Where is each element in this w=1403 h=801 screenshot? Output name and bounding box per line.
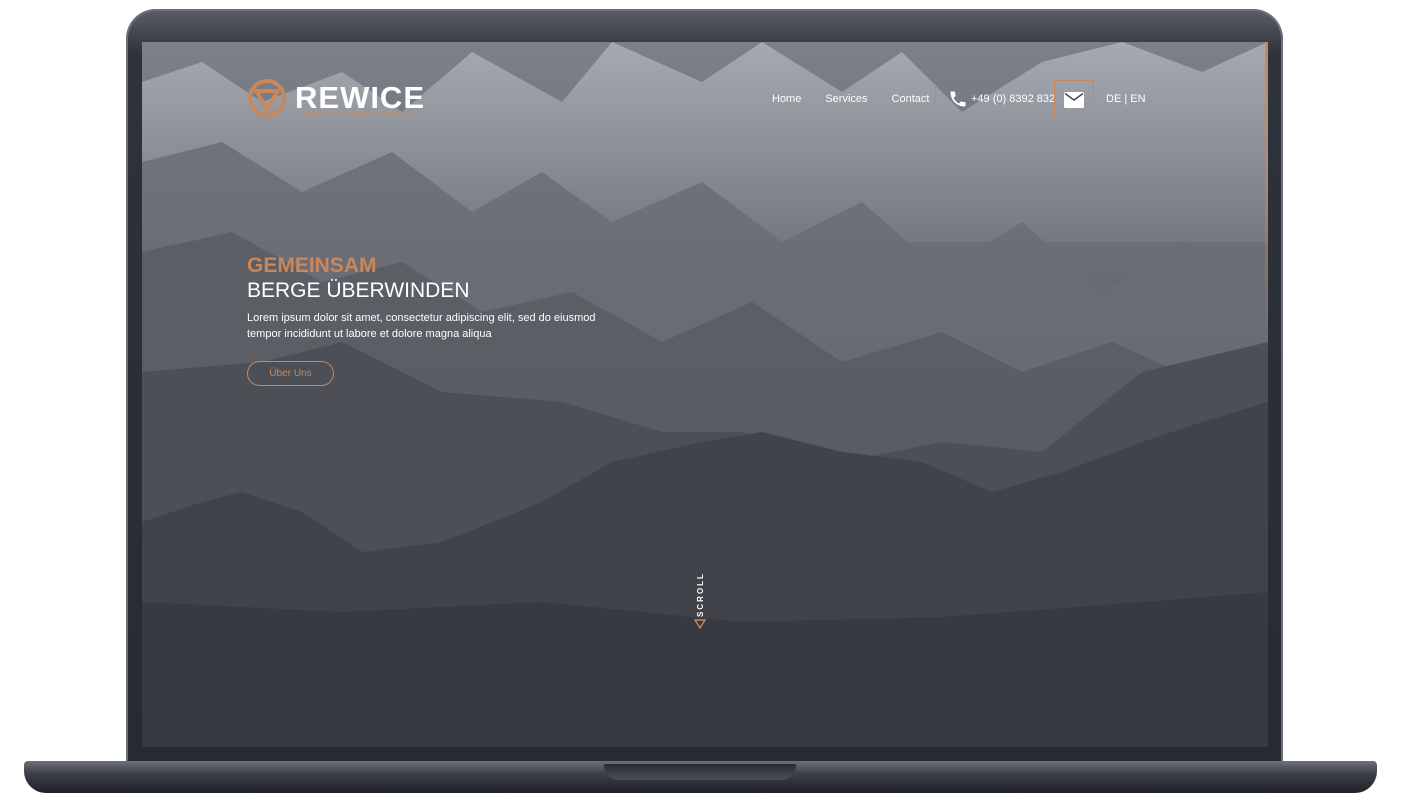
logo-tagline: ALWAYS CHANGE YOUR PERSPECTIVE — [304, 112, 408, 118]
nav-services[interactable]: Services — [825, 93, 867, 105]
language-switcher[interactable]: DE | EN — [1106, 93, 1146, 105]
scroll-label-wrap: SCROLL — [690, 571, 710, 617]
mail-button[interactable] — [1054, 80, 1094, 120]
laptop-notch — [604, 764, 796, 780]
nav-home[interactable]: Home — [772, 93, 801, 105]
hero-title: BERGE ÜBERWINDEN — [247, 279, 470, 302]
accent-bar — [1265, 42, 1268, 352]
hero-title-highlight: GEMEINSAM — [247, 254, 377, 277]
phone-link[interactable]: +49 (0) 8392 832 — [948, 89, 1055, 109]
logo-wordmark: REWICE — [295, 80, 425, 115]
triangle-down-icon — [694, 619, 706, 629]
mountain-background — [142, 42, 1268, 747]
mail-icon — [1064, 92, 1084, 108]
nav-contact[interactable]: Contact — [892, 93, 930, 105]
nav-divider — [935, 84, 936, 116]
about-us-button[interactable]: Über Uns — [247, 361, 334, 386]
logo-mark-icon — [248, 79, 286, 117]
scroll-label: SCROLL — [695, 571, 705, 617]
hero-text: Lorem ipsum dolor sit amet, consectetur … — [247, 312, 596, 340]
phone-number: +49 (0) 8392 832 — [971, 93, 1056, 105]
phone-icon — [950, 91, 966, 107]
brand-logo[interactable]: REWICE ALWAYS CHANGE YOUR PERSPECTIVE — [247, 78, 437, 122]
main-nav: Home Services Contact — [772, 93, 929, 105]
scroll-indicator[interactable]: SCROLL — [690, 572, 710, 632]
website-screen: REWICE ALWAYS CHANGE YOUR PERSPECTIVE Ho… — [142, 42, 1268, 747]
